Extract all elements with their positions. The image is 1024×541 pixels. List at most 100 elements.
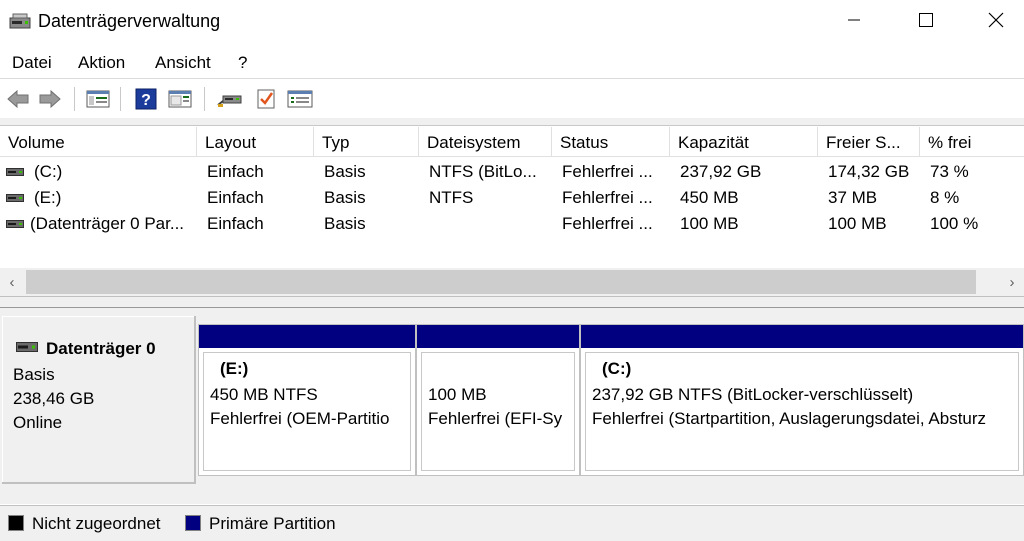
column-header-freier-speicher[interactable]: Freier S... xyxy=(818,127,920,157)
maximize-icon xyxy=(919,13,933,27)
column-header-typ[interactable]: Typ xyxy=(314,127,419,157)
console-view-button[interactable] xyxy=(166,86,194,112)
minimize-button[interactable] xyxy=(818,0,890,40)
column-header-kapazitaet[interactable]: Kapazität xyxy=(670,127,818,157)
partition-body: 100 MB Fehlerfrei (EFI-Sy xyxy=(421,352,575,471)
disk-name: Datenträger 0 xyxy=(46,339,156,358)
connect-drive-icon xyxy=(217,95,242,107)
menu-ansicht[interactable]: Ansicht xyxy=(155,53,211,73)
cell-freier-speicher: 100 MB xyxy=(828,214,887,233)
menu-aktion[interactable]: Aktion xyxy=(78,53,125,73)
scrollbar-thumb[interactable] xyxy=(26,270,976,294)
help-button[interactable]: ? xyxy=(132,86,160,112)
scroll-left-button[interactable]: ‹ xyxy=(2,271,22,293)
legend-swatch-primary xyxy=(185,515,201,531)
partition-body: (E:) 450 MB NTFS Fehlerfrei (OEM-Partiti… xyxy=(203,352,411,471)
partition-type-bar xyxy=(581,325,1023,348)
menu-bar: Datei Aktion Ansicht ? xyxy=(0,48,1024,78)
disk-management-app-icon xyxy=(9,13,31,29)
table-row[interactable]: (C:) Einfach Basis NTFS (BitLo... Fehler… xyxy=(0,159,1024,185)
cell-status: Fehlerfrei ... xyxy=(562,162,653,181)
cell-volume: (C:) xyxy=(34,162,63,181)
console-view-icon xyxy=(168,90,192,108)
drive-icon xyxy=(6,220,24,228)
forward-icon xyxy=(39,89,61,109)
properties-list-icon xyxy=(287,90,313,108)
column-header-volume[interactable]: Volume xyxy=(0,127,197,157)
cell-kapazitaet: 450 MB xyxy=(680,188,739,207)
disk-graphical-view: Datenträger 0 Basis 238,46 GB Online (E:… xyxy=(0,308,1024,504)
horizontal-scrollbar[interactable]: ‹ › xyxy=(0,268,1024,296)
drive-icon xyxy=(6,168,24,176)
disk-icon xyxy=(16,342,38,352)
cell-volume: (E:) xyxy=(34,188,62,207)
cell-status: Fehlerfrei ... xyxy=(562,188,653,207)
back-icon xyxy=(7,89,29,109)
partition-efi[interactable]: 100 MB Fehlerfrei (EFI-Sy xyxy=(416,324,580,476)
toolbar: ? xyxy=(0,80,1024,118)
legend-label-primary: Primäre Partition xyxy=(209,514,336,533)
checklist-icon xyxy=(257,89,275,109)
cell-kapazitaet: 237,92 GB xyxy=(680,162,762,181)
table-row[interactable]: (Datenträger 0 Par... Einfach Basis Fehl… xyxy=(0,211,1024,237)
cell-freier-speicher: 174,32 GB xyxy=(828,162,910,181)
console-tree-button[interactable] xyxy=(84,86,112,112)
column-header-status[interactable]: Status xyxy=(552,127,670,157)
menu-datei[interactable]: Datei xyxy=(12,53,52,73)
partition-title: (C:) xyxy=(602,359,632,378)
scroll-right-button[interactable]: › xyxy=(1002,271,1022,293)
cell-status: Fehlerfrei ... xyxy=(562,214,653,233)
partition-e[interactable]: (E:) 450 MB NTFS Fehlerfrei (OEM-Partiti… xyxy=(198,324,416,476)
close-button[interactable] xyxy=(960,0,1024,40)
title-bar: Datenträgerverwaltung xyxy=(0,0,1024,44)
partition-size: 450 MB NTFS xyxy=(210,385,318,404)
toolbar-separator xyxy=(120,87,121,111)
cell-prozent-frei: 73 % xyxy=(930,162,969,181)
close-icon xyxy=(988,12,1004,28)
pane-splitter[interactable] xyxy=(0,296,1024,308)
menu-separator xyxy=(0,78,1024,79)
minimize-icon xyxy=(848,19,860,21)
window-title: Datenträgerverwaltung xyxy=(38,11,221,31)
cell-layout: Einfach xyxy=(207,214,264,233)
legend-label-unallocated: Nicht zugeordnet xyxy=(32,514,161,533)
svg-text:?: ? xyxy=(141,92,151,109)
cell-dateisystem: NTFS xyxy=(429,188,474,207)
disk-size: 238,46 GB xyxy=(13,389,95,408)
partition-title: (E:) xyxy=(220,359,249,378)
maximize-button[interactable] xyxy=(890,0,962,40)
cell-typ: Basis xyxy=(324,214,366,233)
partition-status: Fehlerfrei (OEM-Partitio xyxy=(210,409,390,428)
cell-typ: Basis xyxy=(324,162,366,181)
column-header-prozent-frei[interactable]: % frei xyxy=(920,127,1024,157)
partition-body: (C:) 237,92 GB NTFS (BitLocker-verschlüs… xyxy=(585,352,1019,471)
column-header-layout[interactable]: Layout xyxy=(197,127,314,157)
partition-status: Fehlerfrei (Startpartition, Auslagerungs… xyxy=(592,409,987,428)
cell-prozent-frei: 8 % xyxy=(930,188,960,207)
help-icon: ? xyxy=(135,88,157,110)
partition-type-bar xyxy=(417,325,579,348)
column-header-dateisystem[interactable]: Dateisystem xyxy=(419,127,552,157)
forward-button[interactable] xyxy=(36,86,64,112)
legend-swatch-unallocated xyxy=(8,515,24,531)
properties-list-button[interactable] xyxy=(286,86,314,112)
checklist-button[interactable] xyxy=(252,86,280,112)
disk-state: Online xyxy=(13,413,63,432)
cell-dateisystem: NTFS (BitLo... xyxy=(429,162,537,181)
cell-freier-speicher: 37 MB xyxy=(828,188,878,207)
drive-icon xyxy=(6,194,24,202)
toolbar-border xyxy=(0,118,1024,126)
partition-c[interactable]: (C:) 237,92 GB NTFS (BitLocker-verschlüs… xyxy=(580,324,1024,476)
cell-prozent-frei: 100 % xyxy=(930,214,979,233)
table-row[interactable]: (E:) Einfach Basis NTFS Fehlerfrei ... 4… xyxy=(0,185,1024,211)
cell-typ: Basis xyxy=(324,188,366,207)
toolbar-separator xyxy=(74,87,75,111)
disk-info-panel[interactable]: Datenträger 0 Basis 238,46 GB Online xyxy=(2,316,196,484)
connect-drive-button[interactable] xyxy=(216,86,244,112)
partition-size: 237,92 GB NTFS (BitLocker-verschlüsselt) xyxy=(592,385,914,404)
partition-size: 100 MB xyxy=(428,385,487,404)
console-tree-icon xyxy=(86,90,110,108)
back-button[interactable] xyxy=(4,86,32,112)
cell-layout: Einfach xyxy=(207,162,264,181)
menu-help[interactable]: ? xyxy=(238,53,247,73)
